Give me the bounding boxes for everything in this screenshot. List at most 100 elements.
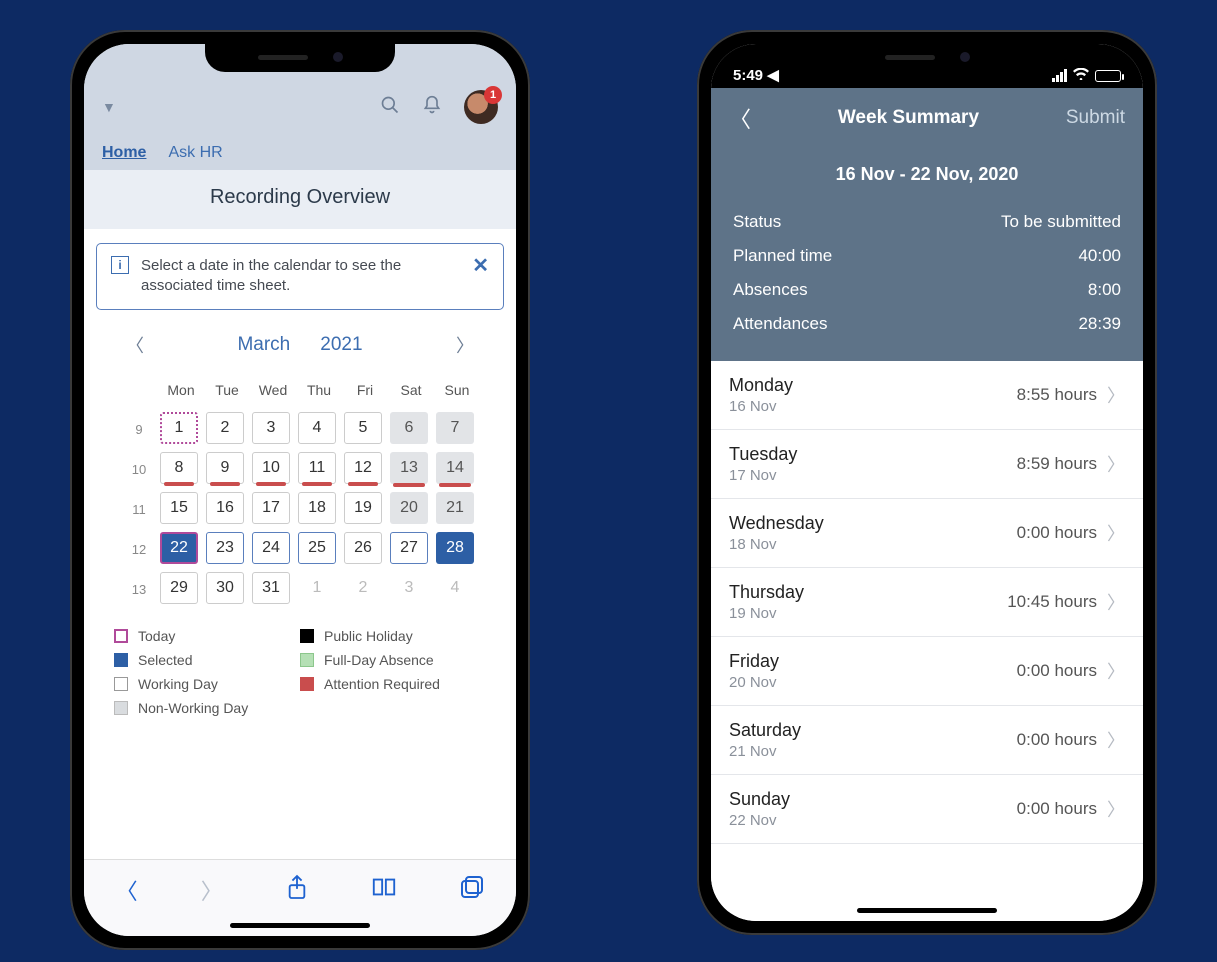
day-row[interactable]: Wednesday18 Nov0:00 hours〉 bbox=[711, 499, 1143, 568]
calendar-day[interactable]: 4 bbox=[436, 572, 474, 604]
menu-dropdown[interactable]: ▼ bbox=[102, 99, 116, 115]
calendar-day[interactable]: 24 bbox=[252, 532, 290, 564]
calendar-day[interactable]: 7 bbox=[436, 412, 474, 444]
week-number: 9 bbox=[122, 412, 156, 448]
next-month-button[interactable]: 〉 bbox=[456, 332, 474, 358]
calendar-year[interactable]: 2021 bbox=[320, 334, 362, 356]
day-hours: 0:00 hours bbox=[1017, 523, 1097, 543]
day-row[interactable]: Saturday21 Nov0:00 hours〉 bbox=[711, 706, 1143, 775]
attention-bar bbox=[302, 482, 332, 486]
home-indicator[interactable] bbox=[230, 923, 370, 928]
calendar-day[interactable]: 5 bbox=[344, 412, 382, 444]
calendar-day[interactable]: 16 bbox=[206, 492, 244, 524]
calendar-day[interactable]: 2 bbox=[206, 412, 244, 444]
notch bbox=[832, 44, 1022, 72]
bookmarks-icon[interactable] bbox=[371, 876, 397, 904]
legend-swatch-selected bbox=[114, 653, 128, 667]
legend-swatch-attention bbox=[300, 677, 314, 691]
day-name: Saturday bbox=[729, 720, 801, 741]
calendar-day[interactable]: 14 bbox=[436, 452, 474, 484]
calendar-day[interactable]: 27 bbox=[390, 532, 428, 564]
search-icon[interactable] bbox=[380, 95, 400, 120]
day-row[interactable]: Friday20 Nov0:00 hours〉 bbox=[711, 637, 1143, 706]
calendar-day[interactable]: 11 bbox=[298, 452, 336, 484]
legend-nonworking: Non-Working Day bbox=[138, 700, 248, 716]
chevron-right-icon: 〉 bbox=[1107, 520, 1125, 546]
calendar-day[interactable]: 28 bbox=[436, 532, 474, 564]
calendar-day[interactable]: 2 bbox=[344, 572, 382, 604]
chevron-right-icon: 〉 bbox=[1107, 382, 1125, 408]
calendar-day[interactable]: 18 bbox=[298, 492, 336, 524]
calendar-day[interactable]: 4 bbox=[298, 412, 336, 444]
browser-back-icon[interactable]: 〈 bbox=[116, 874, 138, 906]
calendar-day[interactable]: 9 bbox=[206, 452, 244, 484]
week-number: 12 bbox=[122, 532, 156, 568]
notch bbox=[205, 44, 395, 72]
week-summary-page: 5:49 ◀ 〈 Week Summary Submit 16 Nov - 22… bbox=[711, 44, 1143, 921]
calendar-day[interactable]: 30 bbox=[206, 572, 244, 604]
day-name: Sunday bbox=[729, 789, 790, 810]
calendar-day[interactable]: 13 bbox=[390, 452, 428, 484]
attend-value: 28:39 bbox=[1078, 314, 1121, 334]
avatar[interactable]: 1 bbox=[464, 90, 498, 124]
calendar-day[interactable]: 17 bbox=[252, 492, 290, 524]
dow-header: Wed bbox=[252, 372, 294, 408]
day-row[interactable]: Tuesday17 Nov8:59 hours〉 bbox=[711, 430, 1143, 499]
calendar-day[interactable]: 25 bbox=[298, 532, 336, 564]
submit-button[interactable]: Submit bbox=[1066, 107, 1125, 129]
day-row[interactable]: Thursday19 Nov10:45 hours〉 bbox=[711, 568, 1143, 637]
attention-bar bbox=[256, 482, 286, 486]
close-icon[interactable]: ✕ bbox=[472, 256, 489, 276]
calendar-day[interactable]: 22 bbox=[160, 532, 198, 564]
tab-home[interactable]: Home bbox=[102, 144, 146, 162]
calendar-day[interactable]: 31 bbox=[252, 572, 290, 604]
tab-ask-hr[interactable]: Ask HR bbox=[168, 144, 222, 162]
calendar-day[interactable]: 3 bbox=[252, 412, 290, 444]
legend-selected: Selected bbox=[138, 652, 192, 668]
calendar-day[interactable]: 20 bbox=[390, 492, 428, 524]
attention-bar bbox=[348, 482, 378, 486]
chevron-right-icon: 〉 bbox=[1107, 658, 1125, 684]
day-date: 20 Nov bbox=[729, 674, 779, 691]
tabs-icon[interactable] bbox=[460, 875, 484, 905]
calendar-day[interactable]: 29 bbox=[160, 572, 198, 604]
day-name: Friday bbox=[729, 651, 779, 672]
calendar-day[interactable]: 1 bbox=[160, 412, 198, 444]
share-icon[interactable] bbox=[286, 874, 308, 906]
day-date: 17 Nov bbox=[729, 467, 797, 484]
prev-month-button[interactable]: 〈 bbox=[126, 332, 144, 358]
day-row[interactable]: Monday16 Nov8:55 hours〉 bbox=[711, 361, 1143, 430]
phone-frame-left: ▼ 1 Home Ask HR bbox=[70, 30, 530, 950]
week-number: 11 bbox=[122, 492, 156, 528]
calendar-day[interactable]: 23 bbox=[206, 532, 244, 564]
calendar-day[interactable]: 8 bbox=[160, 452, 198, 484]
home-indicator[interactable] bbox=[857, 908, 997, 913]
day-row[interactable]: Sunday22 Nov0:00 hours〉 bbox=[711, 775, 1143, 844]
attention-bar bbox=[439, 483, 471, 487]
legend-swatch-absence bbox=[300, 653, 314, 667]
legend-swatch-nonworking bbox=[114, 701, 128, 715]
page-title: Recording Overview bbox=[84, 170, 516, 229]
calendar-day[interactable]: 19 bbox=[344, 492, 382, 524]
attention-bar bbox=[393, 483, 425, 487]
calendar-day[interactable]: 26 bbox=[344, 532, 382, 564]
legend-holiday: Public Holiday bbox=[324, 628, 413, 644]
page-title: Week Summary bbox=[838, 107, 979, 129]
calendar-day[interactable]: 10 bbox=[252, 452, 290, 484]
status-value: To be submitted bbox=[1001, 212, 1121, 232]
calendar-month[interactable]: March bbox=[237, 334, 290, 356]
day-name: Monday bbox=[729, 375, 793, 396]
calendar-day[interactable]: 12 bbox=[344, 452, 382, 484]
status-label: Status bbox=[733, 212, 781, 232]
calendar-day[interactable]: 21 bbox=[436, 492, 474, 524]
day-hours: 10:45 hours bbox=[1007, 592, 1097, 612]
back-button[interactable]: 〈 bbox=[729, 102, 751, 134]
calendar-day[interactable]: 1 bbox=[298, 572, 336, 604]
calendar-day[interactable]: 6 bbox=[390, 412, 428, 444]
calendar-day[interactable]: 3 bbox=[390, 572, 428, 604]
attention-bar bbox=[210, 482, 240, 486]
day-list: Monday16 Nov8:55 hours〉Tuesday17 Nov8:59… bbox=[711, 361, 1143, 921]
calendar-day[interactable]: 15 bbox=[160, 492, 198, 524]
bell-icon[interactable] bbox=[422, 94, 442, 121]
dow-header: Tue bbox=[206, 372, 248, 408]
